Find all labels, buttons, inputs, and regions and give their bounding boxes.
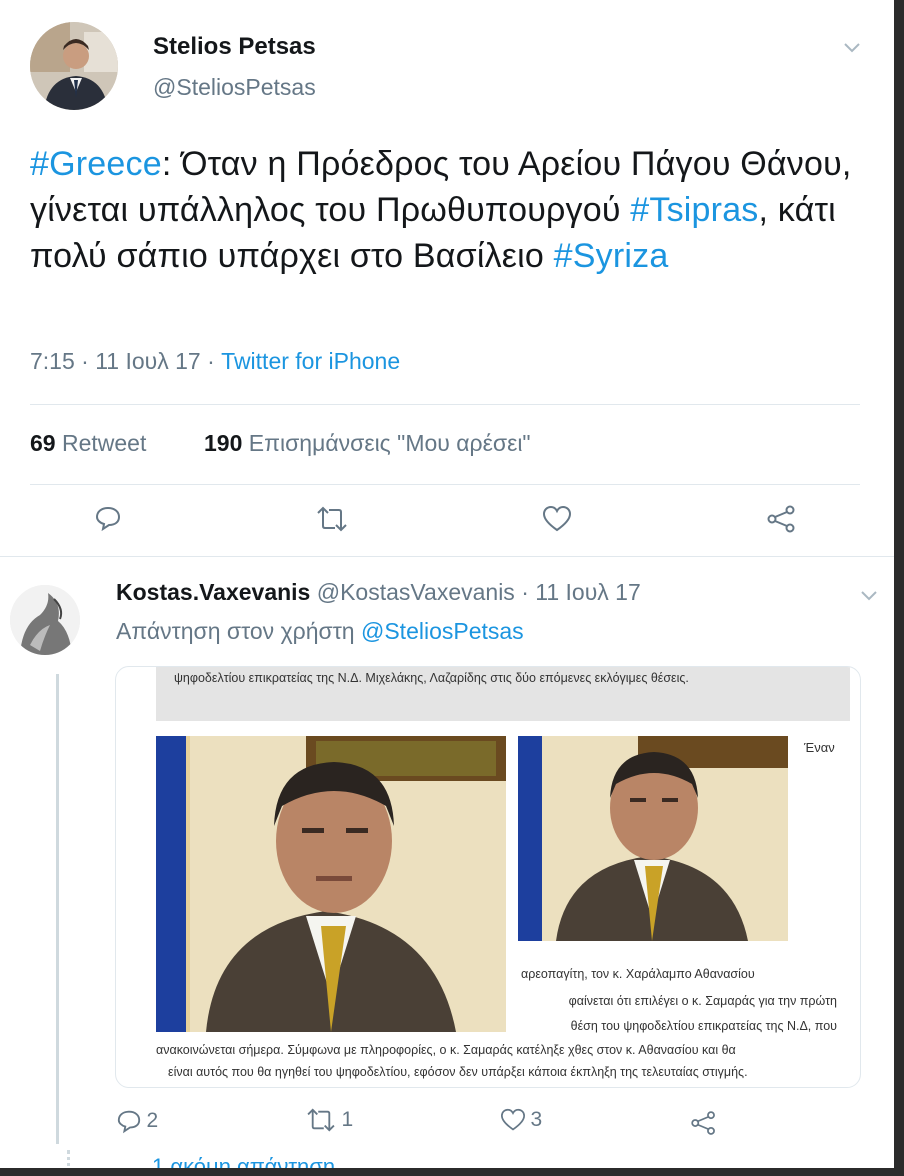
like-stat[interactable]: 190 Επισημάνσεις "Μου αρέσει" <box>204 430 531 457</box>
more-replies-link[interactable]: 1 ακόμη απάντηση <box>152 1154 335 1168</box>
retweet-count: 69 <box>30 430 56 456</box>
tweet-source[interactable]: Twitter for iPhone <box>221 348 400 374</box>
image-side-word: Έναν <box>804 740 835 755</box>
chevron-down-icon[interactable] <box>860 590 878 602</box>
reply-icon[interactable] <box>94 504 122 532</box>
share-icon[interactable] <box>690 1110 718 1136</box>
hashtag-greece[interactable]: #Greece <box>30 145 162 183</box>
photo-right <box>518 736 788 941</box>
reply-author-name[interactable]: Kostas.Vaxevanis <box>116 579 310 605</box>
like-count: 190 <box>204 430 243 456</box>
author-avatar[interactable] <box>30 22 118 110</box>
reply-author-avatar[interactable] <box>10 585 80 655</box>
image-side-text-1: αρεοπαγίτη, τον κ. Χαράλαμπο Αθανασίου <box>521 967 755 981</box>
retweet-count: 1 <box>341 1108 354 1131</box>
image-top-line: ψηφοδελτίου επικρατείας της Ν.Δ. Μιχελάκ… <box>174 671 689 685</box>
reply-action-reply[interactable]: 2 <box>116 1108 158 1134</box>
meta-separator: · <box>207 348 215 374</box>
like-icon[interactable] <box>542 505 572 533</box>
image-bottom-line-1: ανακοινώνεται σήμερα. Σύμφωνα με πληροφο… <box>156 1043 736 1057</box>
chevron-down-icon[interactable] <box>843 42 861 54</box>
thread-dots <box>67 1150 73 1168</box>
reply-author-handle[interactable]: @KostasVaxevanis <box>317 579 515 605</box>
divider <box>30 484 860 485</box>
share-icon[interactable] <box>766 505 798 533</box>
section-divider <box>0 556 894 557</box>
hashtag-syriza[interactable]: #Syriza <box>554 237 669 275</box>
like-label: Επισημάνσεις "Μου αρέσει" <box>248 430 531 456</box>
retweet-icon[interactable] <box>315 506 349 532</box>
retweet-label: Retweet <box>61 430 147 456</box>
reply-date[interactable]: 11 Ιουλ 17 <box>535 579 641 605</box>
tweet-text: #Greece: Όταν η Πρόεδρος του Αρείου Πάγο… <box>30 141 870 279</box>
retweet-stat[interactable]: 69 Retweet <box>30 430 146 457</box>
image-side-text-3: θέση του ψηφοδελτίου επικρατείας της Ν.Δ… <box>570 1019 837 1033</box>
reply-count: 2 <box>146 1109 159 1132</box>
like-icon <box>500 1108 526 1132</box>
author-handle[interactable]: @SteliosPetsas <box>153 74 316 101</box>
replying-to-handle[interactable]: @SteliosPetsas <box>361 618 524 644</box>
retweet-icon <box>305 1108 337 1132</box>
attached-image[interactable]: ψηφοδελτίου επικρατείας της Ν.Δ. Μιχελάκ… <box>115 666 861 1088</box>
meta-separator: · <box>521 579 529 605</box>
replying-to-label: Απάντηση στον χρήστη <box>116 618 355 644</box>
hashtag-tsipras[interactable]: #Tsipras <box>630 191 758 229</box>
reply-action-like[interactable]: 3 <box>500 1108 542 1132</box>
like-count: 3 <box>530 1108 543 1131</box>
reply-action-retweet[interactable]: 1 <box>305 1108 353 1132</box>
tweet-time[interactable]: 7:15 <box>30 348 75 374</box>
reply-icon <box>116 1108 142 1134</box>
meta-separator: · <box>81 348 89 374</box>
image-bottom-line-2: είναι αυτός που θα ηγηθεί του ψηφοδελτίο… <box>168 1065 748 1079</box>
author-name[interactable]: Stelios Petsas <box>153 33 316 61</box>
image-side-text-2: φαίνεται ότι επιλέγει ο κ. Σαμαράς για τ… <box>568 994 837 1008</box>
tweet-meta: 7:15 · 11 Ιουλ 17 · Twitter for iPhone <box>30 348 400 375</box>
thread-line <box>56 674 59 1144</box>
replying-to: Απάντηση στον χρήστη @SteliosPetsas <box>116 618 524 645</box>
tweet-date[interactable]: 11 Ιουλ 17 <box>95 348 201 374</box>
reply-header: Kostas.Vaxevanis @KostasVaxevanis · 11 Ι… <box>116 579 641 606</box>
twitter-page: Stelios Petsas @SteliosPetsas #Greece: Ό… <box>0 0 894 1168</box>
divider <box>30 404 860 405</box>
photo-left <box>156 736 506 1032</box>
